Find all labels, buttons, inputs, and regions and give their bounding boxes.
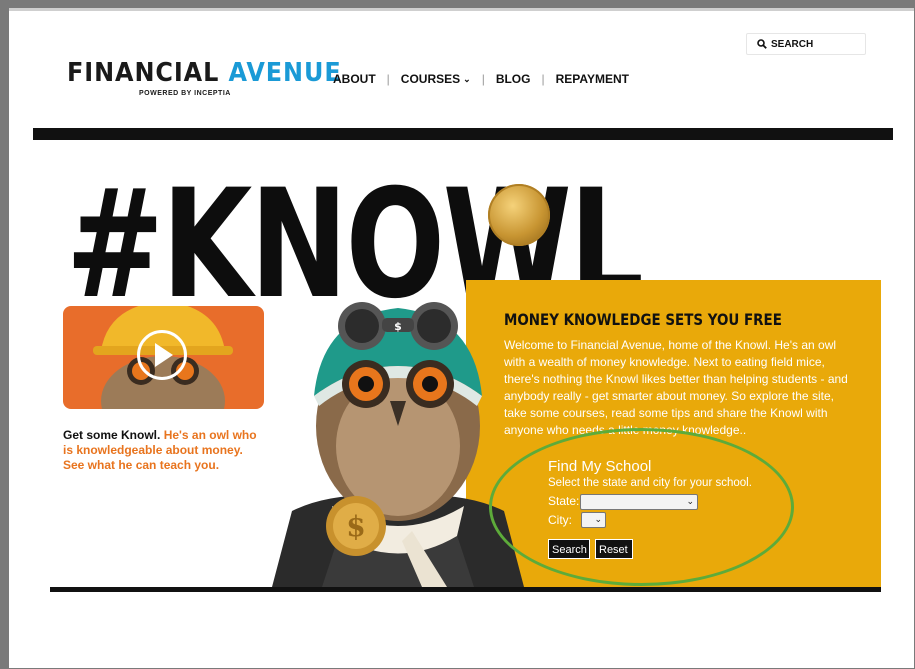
logo-word-avenue: AVENUE [228, 58, 342, 88]
play-triangle [155, 343, 173, 367]
search-label: SEARCH [771, 38, 814, 50]
panel-body: Welcome to Financial Avenue, home of the… [504, 338, 848, 437]
logo-wordmark: FINANCIAL AVENUE [67, 58, 342, 88]
nav-label: COURSES [400, 72, 461, 86]
search-button[interactable]: SEARCH [746, 33, 866, 55]
nav-separator: | [386, 72, 390, 86]
svg-text:$: $ [394, 320, 402, 333]
nav-label: ABOUT [333, 72, 376, 86]
knowl-caption: Get some Knowl. He's an owl who is knowl… [63, 428, 263, 473]
logo-word-financial: FINANCIAL [67, 58, 220, 88]
gold-coin-image [488, 184, 550, 246]
svg-text:$: $ [346, 510, 365, 543]
main-nav: ABOUT | COURSES ⌄ | BLOG | REPAYMENT [333, 72, 629, 86]
frame-shadow [9, 8, 914, 11]
nav-label: REPAYMENT [555, 72, 629, 86]
nav-separator: | [541, 72, 545, 86]
nav-item-courses[interactable]: COURSES ⌄ [401, 72, 471, 86]
logo-tagline: POWERED BY INCEPTIA [139, 90, 231, 97]
footer-divider-bar [50, 587, 881, 592]
nav-separator: | [481, 72, 485, 86]
nav-item-blog[interactable]: BLOG [496, 72, 531, 86]
highlight-ellipse [489, 428, 794, 586]
owl-illustration: $ $ [272, 302, 524, 587]
site-logo[interactable]: FINANCIAL AVENUE POWERED BY INCEPTIA [67, 58, 365, 97]
nav-item-repayment[interactable]: REPAYMENT [556, 72, 629, 86]
nav-item-about[interactable]: ABOUT [333, 72, 376, 86]
header-divider-bar [33, 128, 893, 140]
nav-label: BLOG [495, 72, 531, 86]
search-icon [757, 39, 767, 49]
chevron-down-icon: ⌄ [463, 73, 471, 84]
panel-title: MONEY KNOWLEDGE SETS YOU FREE [504, 310, 782, 329]
caption-lead: Get some Knowl. [63, 428, 161, 442]
